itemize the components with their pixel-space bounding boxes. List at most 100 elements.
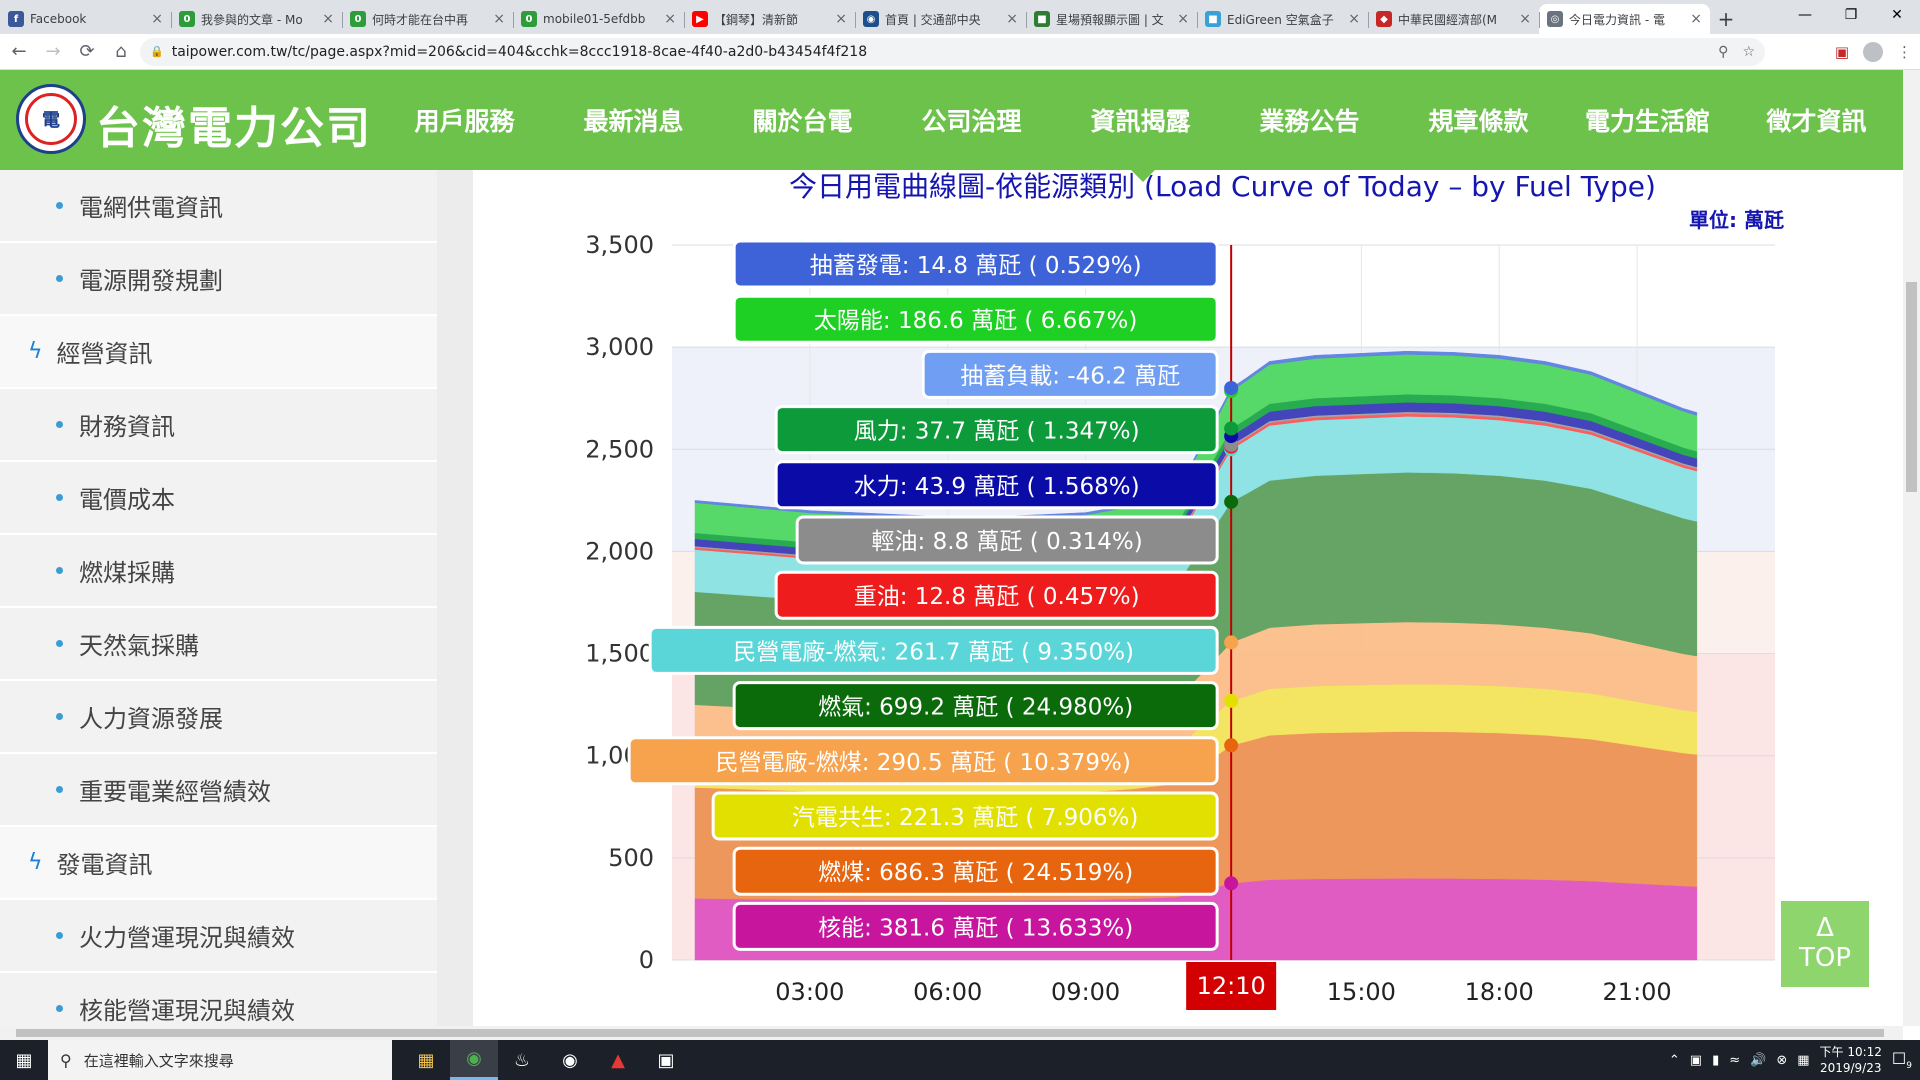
browser-tab[interactable]: ◉ 首頁 | 交通部中央 × <box>855 4 1026 34</box>
nav-item[interactable]: 關於台電 <box>718 102 887 138</box>
taskbar-search[interactable]: ⚲ 在這裡輸入文字來搜尋 <box>48 1040 392 1080</box>
logo-text[interactable]: 台灣電力公司 <box>96 92 372 156</box>
sidebar-item[interactable]: 人力資源發展 <box>0 681 437 754</box>
tab-close-icon[interactable]: × <box>493 11 505 27</box>
input-indicator-icon[interactable]: ⊗ <box>1776 1053 1787 1068</box>
sidebar-item[interactable]: 核能營運現況與績效 <box>0 973 437 1026</box>
system-tray: ⌃ ▣ ▮ ≈ 🔊 ⊗ ▦ 下午 10:12 2019/9/23 ☐9 <box>1669 1040 1912 1080</box>
notification-count: 9 <box>1906 1061 1912 1072</box>
app-icon-3[interactable]: ▲ <box>594 1040 642 1080</box>
sidebar-item[interactable]: 重要電業經營績效 <box>0 754 437 827</box>
sidebar-category[interactable]: ϟ 經營資訊 <box>0 316 437 389</box>
sidebar-item-label: 發電資訊 <box>56 851 153 879</box>
series-marker <box>1224 421 1239 436</box>
nav-item[interactable]: 公司治理 <box>887 102 1056 138</box>
site-header: 電 台灣電力公司 用戶服務 最新消息 關於台電 公司治理 資訊揭露 業務公告 規章條款 電力生… <box>0 70 1903 170</box>
forward-icon[interactable]: → <box>38 37 68 67</box>
app-icon-1[interactable]: ♨ <box>498 1040 546 1080</box>
browser-tab[interactable]: ◆ 中華民國經濟部(M × <box>1368 4 1539 34</box>
tray-chevron-icon[interactable]: ⌃ <box>1669 1053 1680 1068</box>
close-icon[interactable]: ✕ <box>1874 0 1920 30</box>
network-icon[interactable]: ≈ <box>1729 1053 1740 1068</box>
photos-icon[interactable]: ▣ <box>642 1040 690 1080</box>
y-tick-label: 0 <box>639 946 654 974</box>
taipower-logo-icon[interactable]: 電 <box>16 84 86 154</box>
bullet-icon <box>56 421 63 428</box>
tab-close-icon[interactable]: × <box>835 11 847 27</box>
clock[interactable]: 下午 10:12 2019/9/23 <box>1820 1044 1882 1076</box>
browser-tab[interactable]: f Facebook × <box>0 4 171 34</box>
browser-tab[interactable]: 0 何時才能在台中再 × <box>342 4 513 34</box>
notification-icon[interactable]: ☐9 <box>1892 1049 1912 1071</box>
battery-icon[interactable]: ▮ <box>1712 1053 1719 1068</box>
browser-tab[interactable]: 0 我參與的文章 - Mo × <box>171 4 342 34</box>
address-bar[interactable]: 🔒 taipower.com.tw/tc/page.aspx?mid=206&c… <box>140 37 1765 66</box>
windows-start-icon[interactable]: ▦ <box>0 1040 48 1080</box>
sidebar-category[interactable]: ϟ 發電資訊 <box>0 827 437 900</box>
tab-close-icon[interactable]: × <box>1348 11 1360 27</box>
sidebar-item[interactable]: 電源開發規劃 <box>0 243 437 316</box>
restore-icon[interactable]: ❐ <box>1828 0 1874 30</box>
tab-close-icon[interactable]: × <box>1519 11 1531 27</box>
tab-title: 中華民國經濟部(M <box>1398 12 1498 27</box>
tab-strip: f Facebook × 0 我參與的文章 - Mo × 0 何時才能在台中再 × 0 mobile… <box>0 0 1920 34</box>
top-label: TOP <box>1798 943 1852 973</box>
browser-tab[interactable]: ■ EdiGreen 空氣盒子 × <box>1197 4 1368 34</box>
new-tab-button[interactable]: + <box>1710 4 1742 34</box>
browser-tab[interactable]: ◎ 今日電力資訊 - 電 × <box>1539 4 1710 34</box>
tab-close-icon[interactable]: × <box>1690 11 1702 27</box>
horizontal-scrollbar[interactable] <box>0 1026 1903 1040</box>
ime-icon[interactable]: ▦ <box>1797 1053 1809 1068</box>
nav-item[interactable]: 用戶服務 <box>380 102 549 138</box>
tab-close-icon[interactable]: × <box>151 11 163 27</box>
nav-item[interactable]: 規章條款 <box>1394 102 1563 138</box>
tab-close-icon[interactable]: × <box>1006 11 1018 27</box>
sidebar-item[interactable]: 天然氣採購 <box>0 608 437 681</box>
sidebar-item[interactable]: 燃煤採購 <box>0 535 437 608</box>
bullet-icon <box>56 202 63 209</box>
zoom-icon[interactable]: ⚲ <box>1718 44 1728 60</box>
sidebar-item-label: 火力營運現況與績效 <box>79 924 295 952</box>
browser-tab[interactable]: 0 mobile01-5efdbb × <box>513 4 684 34</box>
back-to-top-button[interactable]: Δ TOP <box>1781 901 1869 987</box>
menu-icon[interactable]: ⋮ <box>1897 43 1912 61</box>
tab-favicon-icon: f <box>8 11 24 27</box>
sidebar-item[interactable]: 火力營運現況與績效 <box>0 900 437 973</box>
clock-date: 2019/9/23 <box>1819 1061 1882 1075</box>
tab-close-icon[interactable]: × <box>322 11 334 27</box>
browser-toolbar: ← → ⟳ ⌂ 🔒 taipower.com.tw/tc/page.aspx?m… <box>0 34 1920 70</box>
vertical-scrollbar[interactable] <box>1903 70 1920 1026</box>
volume-icon[interactable]: 🔊 <box>1750 1053 1766 1068</box>
x-tick-label: 21:00 <box>1603 978 1672 1006</box>
defender-icon[interactable]: ▣ <box>1690 1053 1702 1068</box>
nav-item[interactable]: 最新消息 <box>549 102 718 138</box>
tab-favicon-icon: ◆ <box>1376 11 1392 27</box>
back-icon[interactable]: ← <box>4 37 34 67</box>
nav-item[interactable]: 徵才資訊 <box>1732 102 1901 138</box>
bullet-icon <box>56 786 63 793</box>
nav-item[interactable]: 業務公告 <box>1225 102 1394 138</box>
sidebar-item[interactable]: 電價成本 <box>0 462 437 535</box>
minimize-icon[interactable]: — <box>1782 0 1828 30</box>
sidebar-item[interactable]: 財務資訊 <box>0 389 437 462</box>
chrome-icon[interactable]: ◉ <box>450 1040 498 1080</box>
nav-item[interactable]: 資訊揭露 <box>1056 102 1225 138</box>
app-icon-2[interactable]: ◉ <box>546 1040 594 1080</box>
tab-close-icon[interactable]: × <box>1177 11 1189 27</box>
tab-title: 我參與的文章 - Mo <box>201 12 303 27</box>
profile-avatar[interactable] <box>1863 41 1883 62</box>
bookmark-star-icon[interactable]: ☆ <box>1742 44 1755 60</box>
sidebar-item[interactable]: 電網供電資訊 <box>0 170 437 243</box>
load-curve-chart[interactable]: 05001,0001,5002,0002,5003,0003,50003:00 0… <box>560 230 1870 1020</box>
nav-item[interactable]: 電力生活館 <box>1563 102 1732 138</box>
reload-icon[interactable]: ⟳ <box>72 37 102 67</box>
tab-close-icon[interactable]: × <box>664 11 676 27</box>
home-icon[interactable]: ⌂ <box>106 37 136 67</box>
extension-icon[interactable]: ▣ <box>1835 43 1849 61</box>
file-explorer-icon[interactable]: ▦ <box>402 1040 450 1080</box>
browser-tab[interactable]: ▶ 【鋼琴】清新節 × <box>684 4 855 34</box>
y-tick-label: 1,500 <box>585 640 654 668</box>
vertical-scroll-thumb[interactable] <box>1906 282 1917 492</box>
horizontal-scroll-thumb[interactable] <box>16 1029 1884 1037</box>
browser-tab[interactable]: ■ 星場預報顯示圖 | 文 × <box>1026 4 1197 34</box>
